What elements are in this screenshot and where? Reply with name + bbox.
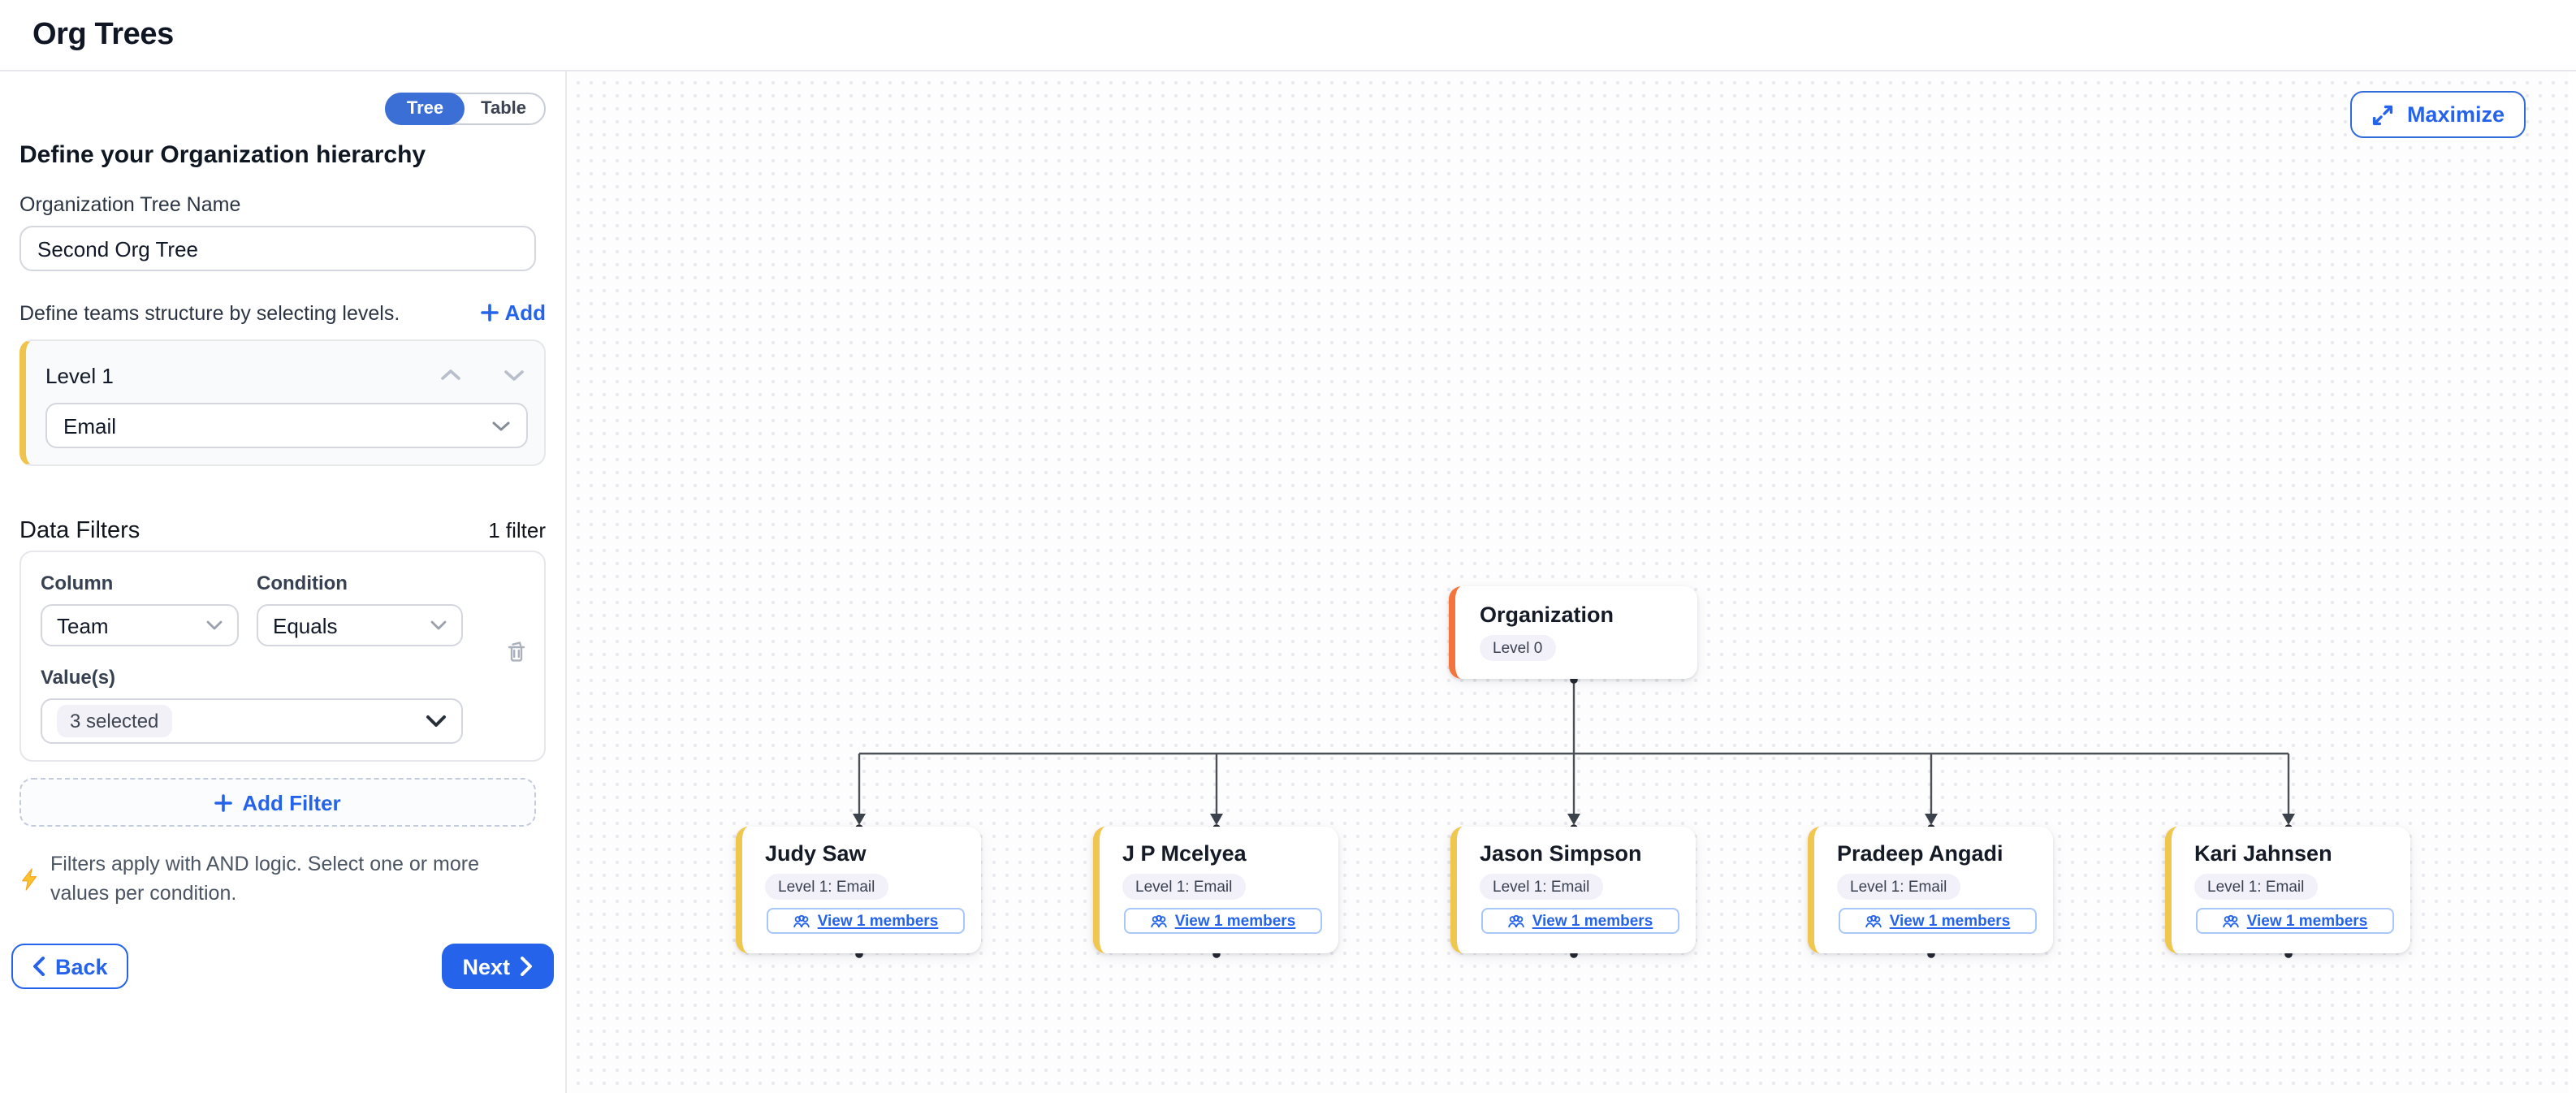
view-members-button[interactable]: View 1 members bbox=[1124, 908, 1322, 934]
next-button[interactable]: Next bbox=[441, 944, 554, 990]
toggle-tree[interactable]: Tree bbox=[386, 93, 465, 125]
chevron-down-icon bbox=[426, 715, 447, 728]
values-multiselect[interactable]: 3 selected bbox=[41, 698, 463, 744]
node-title: Pradeep Angadi bbox=[1837, 841, 2053, 866]
org-node-child[interactable]: J P Mcelyea Level 1: Email View 1 member… bbox=[1093, 827, 1338, 953]
add-filter-button[interactable]: Add Filter bbox=[19, 778, 536, 827]
tree-name-label: Organization Tree Name bbox=[19, 193, 546, 216]
view-members-button[interactable]: View 1 members bbox=[767, 908, 965, 934]
chevron-down-icon bbox=[492, 420, 510, 431]
members-icon bbox=[2223, 914, 2241, 928]
filters-note-text: Filters apply with AND logic. Select one… bbox=[50, 849, 504, 909]
view-toggle: Tree Table bbox=[19, 93, 546, 125]
members-icon bbox=[1865, 914, 1883, 928]
view-members-button[interactable]: View 1 members bbox=[1481, 908, 1679, 934]
org-node-root[interactable]: Organization Level 0 bbox=[1449, 586, 1697, 679]
node-level-badge: Level 0 bbox=[1480, 635, 1555, 661]
node-title: Organization bbox=[1480, 603, 1697, 627]
node-title: Judy Saw bbox=[765, 841, 981, 866]
maximize-button[interactable]: Maximize bbox=[2350, 91, 2526, 138]
move-level-down-button[interactable] bbox=[500, 365, 528, 385]
column-select[interactable]: Team bbox=[41, 604, 239, 646]
sidebar: Tree Table Define your Organization hier… bbox=[0, 71, 567, 1093]
members-icon bbox=[1508, 914, 1526, 928]
condition-label: Condition bbox=[257, 572, 463, 594]
maximize-icon bbox=[2371, 103, 2394, 126]
back-button[interactable]: Back bbox=[11, 944, 129, 990]
tree-name-input[interactable] bbox=[19, 226, 536, 271]
org-tree-canvas[interactable]: Maximize Organization Level 0 Judy Saw L… bbox=[567, 71, 2568, 1093]
hierarchy-heading: Define your Organization hierarchy bbox=[19, 141, 546, 169]
view-members-button[interactable]: View 1 members bbox=[2196, 908, 2394, 934]
page-title: Org Trees bbox=[32, 17, 174, 53]
filter-count: 1 filter bbox=[488, 518, 546, 542]
move-level-up-button[interactable] bbox=[437, 365, 465, 385]
scrollbar-gutter bbox=[2568, 71, 2576, 1093]
toggle-table[interactable]: Table bbox=[463, 94, 544, 123]
chevron-down-icon bbox=[206, 620, 223, 630]
chevron-down-icon bbox=[430, 620, 447, 630]
condition-select[interactable]: Equals bbox=[257, 604, 463, 646]
column-label: Column bbox=[41, 572, 239, 594]
org-node-child[interactable]: Pradeep Angadi Level 1: Email View 1 mem… bbox=[1808, 827, 2053, 953]
members-icon bbox=[793, 914, 811, 928]
chevron-up-icon bbox=[440, 369, 461, 382]
level-card: Level 1 Email bbox=[19, 339, 546, 466]
node-level-badge: Level 1: Email bbox=[1122, 874, 1245, 900]
view-members-button[interactable]: View 1 members bbox=[1839, 908, 2037, 934]
delete-filter-button[interactable] bbox=[502, 637, 531, 672]
chevron-right-icon bbox=[520, 957, 533, 977]
node-level-badge: Level 1: Email bbox=[2194, 874, 2317, 900]
app-viewport: Org Trees Tree Table Define your Organiz… bbox=[0, 0, 2576, 1093]
members-icon bbox=[1151, 914, 1169, 928]
tree-table-toggle: Tree Table bbox=[386, 93, 546, 125]
plus-icon bbox=[480, 304, 498, 322]
selected-count-chip: 3 selected bbox=[57, 705, 171, 737]
trash-icon bbox=[505, 640, 528, 664]
org-node-child[interactable]: Jason Simpson Level 1: Email View 1 memb… bbox=[1450, 827, 1696, 953]
node-title: J P Mcelyea bbox=[1122, 841, 1338, 866]
plus-icon bbox=[214, 793, 232, 811]
top-bar: Org Trees bbox=[0, 0, 2576, 71]
org-node-child[interactable]: Judy Saw Level 1: Email View 1 members bbox=[736, 827, 981, 953]
data-filters-title: Data Filters bbox=[19, 518, 140, 544]
node-level-badge: Level 1: Email bbox=[765, 874, 888, 900]
levels-instruction: Define teams structure by selecting leve… bbox=[19, 301, 400, 324]
node-level-badge: Level 1: Email bbox=[1837, 874, 1960, 900]
chevron-left-icon bbox=[32, 957, 45, 977]
org-node-child[interactable]: Kari Jahnsen Level 1: Email View 1 membe… bbox=[2165, 827, 2410, 953]
filter-card: Column Team Condition Equals bbox=[19, 551, 546, 762]
level-title: Level 1 bbox=[45, 363, 437, 387]
add-level-button[interactable]: Add bbox=[480, 300, 546, 325]
node-title: Kari Jahnsen bbox=[2194, 841, 2410, 866]
chevron-down-icon bbox=[504, 369, 525, 382]
bolt-icon bbox=[19, 851, 39, 909]
node-title: Jason Simpson bbox=[1480, 841, 1696, 866]
level-column-select[interactable]: Email bbox=[45, 403, 528, 448]
node-level-badge: Level 1: Email bbox=[1480, 874, 1602, 900]
values-label: Value(s) bbox=[41, 666, 525, 689]
filters-note: Filters apply with AND logic. Select one… bbox=[19, 849, 546, 909]
